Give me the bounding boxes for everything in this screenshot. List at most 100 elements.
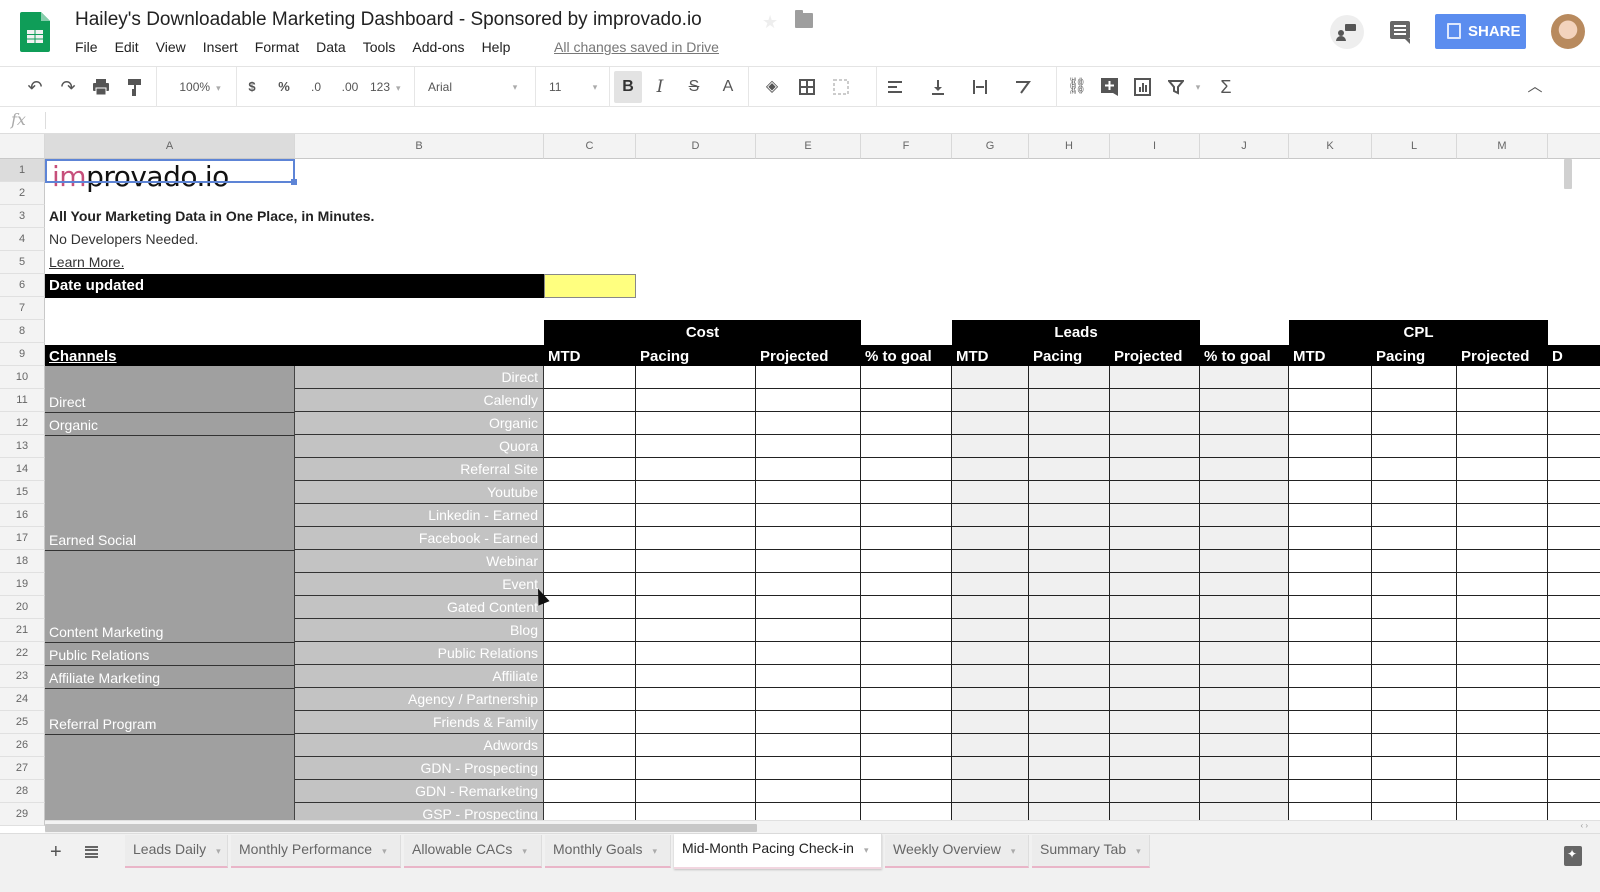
data-cell[interactable] — [756, 435, 861, 458]
channel-group[interactable]: Direct — [45, 366, 295, 412]
chevron-down-icon[interactable]: ▾ — [510, 67, 520, 107]
data-cell[interactable] — [636, 389, 756, 412]
data-cell[interactable] — [1372, 389, 1457, 412]
data-cell[interactable] — [1372, 504, 1457, 527]
currency-format-button[interactable]: $ — [244, 67, 260, 107]
document-title[interactable]: Hailey's Downloadable Marketing Dashboar… — [75, 9, 702, 31]
formula-input[interactable] — [52, 110, 1552, 130]
row-header-26[interactable]: 26 — [0, 734, 45, 757]
subchannel-cell[interactable]: Friends & Family — [295, 711, 544, 734]
data-cell[interactable] — [636, 550, 756, 573]
star-icon[interactable]: ★ — [762, 12, 778, 33]
data-cell[interactable] — [1548, 366, 1600, 389]
data-cell[interactable] — [1110, 688, 1200, 711]
data-cell[interactable] — [952, 504, 1029, 527]
data-cell[interactable] — [861, 642, 952, 665]
row-header-3[interactable]: 3 — [0, 205, 45, 228]
data-cell[interactable] — [952, 573, 1029, 596]
data-cell[interactable] — [636, 458, 756, 481]
explore-icon[interactable] — [1564, 846, 1582, 866]
data-cell[interactable] — [756, 757, 861, 780]
data-cell[interactable] — [636, 711, 756, 734]
align-left-icon[interactable] — [887, 79, 903, 95]
data-cell[interactable] — [1548, 550, 1600, 573]
data-cell[interactable] — [544, 688, 636, 711]
data-cell[interactable] — [1029, 389, 1110, 412]
collapse-toolbar-icon[interactable]: ︿ — [1526, 67, 1544, 107]
data-cell[interactable] — [1289, 458, 1372, 481]
column-header-f[interactable]: F — [861, 134, 952, 159]
data-cell[interactable] — [1029, 435, 1110, 458]
column-header-l[interactable]: L — [1372, 134, 1457, 159]
data-cell[interactable] — [1289, 619, 1372, 642]
data-cell[interactable] — [952, 550, 1029, 573]
column-header-k[interactable]: K — [1289, 134, 1372, 159]
scroll-arrows-icon[interactable]: ‹ › — [1580, 821, 1588, 830]
text-rotation-icon[interactable] — [1015, 79, 1033, 95]
italic-button[interactable]: I — [652, 67, 668, 107]
data-cell[interactable] — [1289, 780, 1372, 803]
channel-group[interactable]: Organic — [45, 412, 295, 435]
data-cell[interactable] — [544, 757, 636, 780]
data-cell[interactable] — [1200, 481, 1289, 504]
data-cell[interactable] — [1548, 573, 1600, 596]
data-cell[interactable] — [1200, 757, 1289, 780]
data-cell[interactable] — [1372, 734, 1457, 757]
data-cell[interactable] — [861, 389, 952, 412]
data-cell[interactable] — [1457, 504, 1548, 527]
column-header-c[interactable]: C — [544, 134, 636, 159]
data-cell[interactable] — [756, 527, 861, 550]
data-cell[interactable] — [952, 711, 1029, 734]
data-cell[interactable] — [1289, 757, 1372, 780]
data-cell[interactable] — [1200, 642, 1289, 665]
data-cell[interactable] — [1457, 596, 1548, 619]
data-cell[interactable] — [1457, 734, 1548, 757]
data-cell[interactable] — [861, 412, 952, 435]
data-cell[interactable] — [756, 504, 861, 527]
data-cell[interactable] — [1289, 596, 1372, 619]
data-cell[interactable] — [1289, 550, 1372, 573]
menu-file[interactable]: File — [75, 39, 98, 55]
data-cell[interactable] — [861, 665, 952, 688]
row-header-14[interactable]: 14 — [0, 458, 45, 481]
menu-help[interactable]: Help — [482, 39, 511, 55]
sheet-tab[interactable]: Leads Daily ▾ — [125, 835, 228, 868]
row-header-13[interactable]: 13 — [0, 435, 45, 458]
data-cell[interactable] — [1457, 757, 1548, 780]
data-cell[interactable] — [861, 596, 952, 619]
data-cell[interactable] — [861, 481, 952, 504]
data-cell[interactable] — [756, 458, 861, 481]
data-cell[interactable] — [1372, 688, 1457, 711]
data-cell[interactable] — [1110, 389, 1200, 412]
data-cell[interactable] — [1200, 458, 1289, 481]
vertical-scrollbar[interactable] — [1564, 159, 1572, 189]
data-cell[interactable] — [952, 389, 1029, 412]
data-cell[interactable] — [1110, 412, 1200, 435]
data-cell[interactable] — [1110, 642, 1200, 665]
data-cell[interactable] — [1110, 711, 1200, 734]
channel-group[interactable]: Public Relations — [45, 642, 295, 665]
data-cell[interactable] — [756, 366, 861, 389]
data-cell[interactable] — [636, 366, 756, 389]
subchannel-cell[interactable]: Quora — [295, 435, 544, 458]
subchannel-cell[interactable]: Agency / Partnership — [295, 688, 544, 711]
data-cell[interactable] — [1372, 481, 1457, 504]
data-cell[interactable] — [1200, 734, 1289, 757]
row-header-9[interactable]: 9 — [0, 343, 45, 366]
data-cell[interactable] — [1372, 412, 1457, 435]
data-cell[interactable] — [1457, 435, 1548, 458]
data-cell[interactable] — [1457, 573, 1548, 596]
data-cell[interactable] — [1029, 734, 1110, 757]
data-cell[interactable] — [636, 481, 756, 504]
sheet-tab[interactable]: Summary Tab ▾ — [1032, 835, 1150, 868]
tab-menu-chevron-icon[interactable]: ▾ — [1136, 846, 1141, 856]
data-cell[interactable] — [1200, 389, 1289, 412]
data-cell[interactable] — [1029, 780, 1110, 803]
data-cell[interactable] — [636, 619, 756, 642]
data-cell[interactable] — [544, 596, 636, 619]
data-cell[interactable] — [1200, 550, 1289, 573]
data-cell[interactable] — [1372, 435, 1457, 458]
data-cell[interactable] — [544, 435, 636, 458]
subchannel-cell[interactable]: Webinar — [295, 550, 544, 573]
data-cell[interactable] — [636, 757, 756, 780]
